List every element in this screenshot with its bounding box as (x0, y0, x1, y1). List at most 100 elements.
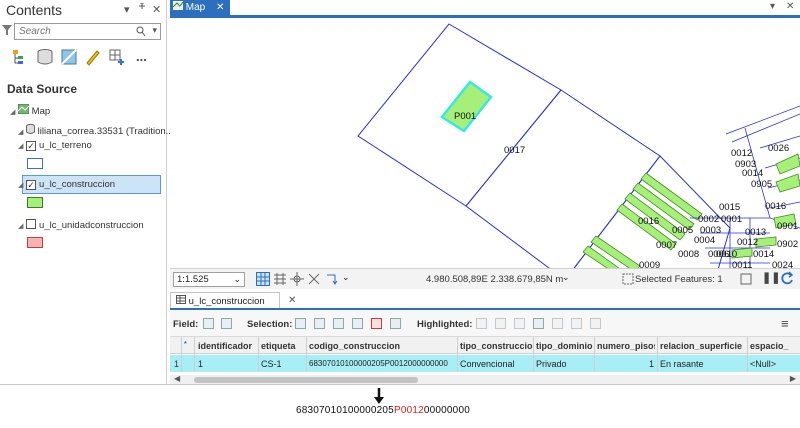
layer-visibility-checkbox[interactable] (26, 219, 37, 229)
label-0001: 0001 (721, 214, 742, 225)
pin-icon[interactable] (138, 2, 146, 16)
switch-highlighted-icon[interactable] (495, 318, 506, 329)
more-options-icon[interactable]: ... (136, 49, 154, 67)
select-by-attributes-icon[interactable] (295, 318, 306, 329)
contents-toolbar: ... (12, 48, 162, 70)
cell-tipo-construccion[interactable]: Convencional (460, 359, 515, 369)
table-row[interactable]: 1 1 CS-1 68307010100000205P0012000000000… (170, 355, 800, 372)
table-grid-icon[interactable] (273, 272, 287, 289)
add-field-icon[interactable] (203, 318, 214, 329)
rotate-icon[interactable] (324, 272, 338, 289)
reselect-highlighted-icon[interactable] (533, 318, 544, 329)
column-header[interactable]: relacion_superficie (660, 341, 745, 351)
cell-relacion-superficie[interactable]: En rasante (660, 359, 704, 369)
label-0013: 0013 (745, 227, 766, 238)
layer-item-u_lc_construccion[interactable]: ◢ ✓ u_lc_construccion (18, 179, 115, 190)
copy-highlighted-icon[interactable] (571, 318, 582, 329)
refresh-view-icon[interactable] (740, 273, 752, 288)
database-label: liliana_correa.33531 (Tradition... (37, 126, 174, 137)
export-highlighted-icon[interactable] (590, 318, 601, 329)
copy-selection-icon[interactable] (390, 318, 401, 329)
layer-symbol-swatch[interactable] (27, 197, 43, 208)
clear-selection-icon[interactable] (352, 318, 363, 329)
layer-symbol-swatch[interactable] (27, 237, 43, 248)
unselect-highlighted-icon[interactable] (514, 318, 525, 329)
column-header[interactable]: codigo_construccion (309, 341, 457, 351)
building-p001 (440, 80, 493, 133)
layer-item-u_lc_terreno[interactable]: ◢ ✓ u_lc_terreno (18, 140, 92, 151)
column-divider (533, 337, 534, 372)
switch-selection-icon[interactable] (333, 318, 344, 329)
collapse-icon[interactable]: ◢ (18, 182, 23, 189)
label-0905: 0905 (751, 179, 772, 190)
contents-title: Contents (6, 2, 63, 18)
cell-espacio[interactable]: <Null> (750, 359, 776, 369)
center-icon[interactable] (290, 272, 304, 289)
window-close-icon[interactable]: ✕ (786, 1, 794, 12)
tree-item-database[interactable]: ◢ liliana_correa.33531 (Tradition... (18, 123, 174, 137)
column-header[interactable]: numero_pisos (597, 341, 655, 351)
cell-etiqueta[interactable]: CS-1 (261, 359, 282, 369)
close-tab-icon[interactable]: ✕ (216, 2, 224, 13)
tree-item-map[interactable]: ◢ Map (10, 103, 50, 117)
scale-selector[interactable]: 1:1.525 ⌄ (173, 272, 245, 287)
column-header[interactable]: tipo_construccion (460, 341, 533, 351)
column-header[interactable]: etiqueta (261, 341, 305, 351)
zoom-to-selection-icon[interactable] (314, 318, 325, 329)
close-tab-icon[interactable]: ✕ (288, 295, 296, 306)
collapse-icon[interactable]: ◢ (18, 129, 23, 136)
cell-tipo-dominio[interactable]: Privado (536, 359, 567, 369)
selection-label: Selection: (247, 319, 293, 330)
layer-symbol-swatch[interactable] (27, 158, 43, 169)
chevron-down-icon[interactable]: ⌄ (562, 272, 570, 283)
collapse-icon[interactable]: ◢ (18, 143, 23, 150)
pause-drawing-icon[interactable]: ❚❚ (762, 271, 780, 284)
map-drawing[interactable]: P001 0017 0016 0015 0002 0001 0005 0003 … (170, 18, 800, 270)
column-header[interactable]: identificador (198, 341, 258, 351)
tab-attribute-table[interactable]: u_lc_construccion (170, 292, 280, 309)
horizontal-scrollbar[interactable]: ◀ ▶ (170, 374, 800, 384)
search-icon[interactable] (136, 26, 146, 40)
table-menu-icon[interactable]: ≡ (781, 316, 789, 331)
list-by-snapping-icon[interactable] (108, 48, 126, 66)
scroll-left-icon[interactable]: ◀ (174, 374, 180, 383)
filter-icon[interactable] (2, 25, 12, 39)
row-number[interactable]: 1 (174, 359, 179, 369)
layer-visibility-checkbox[interactable]: ✓ (26, 180, 37, 190)
selected-features-count[interactable]: Selected Features: 1 (635, 274, 723, 285)
column-header[interactable]: espacio_ (750, 341, 798, 351)
delete-selection-icon[interactable] (371, 318, 382, 329)
chevron-down-icon[interactable]: ⌄ (233, 274, 241, 285)
search-box[interactable]: ▾ (14, 23, 161, 40)
chevron-down-icon[interactable]: ⌄ (342, 272, 350, 283)
list-by-selection-icon[interactable] (60, 48, 78, 66)
collapse-icon[interactable]: ◢ (18, 223, 23, 230)
search-dropdown-icon[interactable]: ▾ (152, 25, 157, 36)
calculate-field-icon[interactable] (221, 318, 232, 329)
delete-highlighted-icon[interactable] (552, 318, 563, 329)
layer-item-u_lc_unidadconstruccion[interactable]: ◢ u_lc_unidadconstruccion (18, 219, 144, 231)
map-canvas[interactable]: P001 0017 0016 0015 0002 0001 0005 0003 … (170, 18, 800, 270)
pane-menu-icon[interactable]: ▾ (124, 3, 130, 16)
zoom-to-highlighted-icon[interactable] (476, 318, 487, 329)
collapse-icon[interactable]: ◢ (10, 109, 15, 116)
layer-visibility-checkbox[interactable]: ✓ (26, 141, 37, 151)
scroll-right-icon[interactable]: ▶ (790, 374, 796, 383)
list-by-data-source-icon[interactable] (36, 48, 54, 66)
column-divider (657, 337, 658, 372)
row-selector-header[interactable]: * (184, 341, 187, 348)
refresh-icon[interactable] (780, 271, 794, 288)
tab-map[interactable]: Map ✕ (170, 0, 230, 15)
cell-codigo-construccion[interactable]: 68307010100000205P0012000000000 (309, 359, 448, 368)
column-header[interactable]: tipo_dominio (536, 341, 594, 351)
list-by-editing-icon[interactable] (84, 48, 102, 66)
cell-identificador[interactable]: 1 (198, 359, 203, 369)
snapping-icon[interactable] (307, 272, 321, 289)
scrollbar-thumb[interactable] (194, 377, 418, 383)
window-menu-icon[interactable]: ▾ (770, 1, 775, 12)
list-by-drawing-order-icon[interactable] (12, 48, 30, 66)
grid-view-icon[interactable] (256, 272, 270, 289)
cell-numero-pisos[interactable]: 1 (649, 359, 654, 369)
search-input[interactable] (19, 26, 134, 37)
close-pane-icon[interactable]: ✕ (152, 3, 161, 16)
